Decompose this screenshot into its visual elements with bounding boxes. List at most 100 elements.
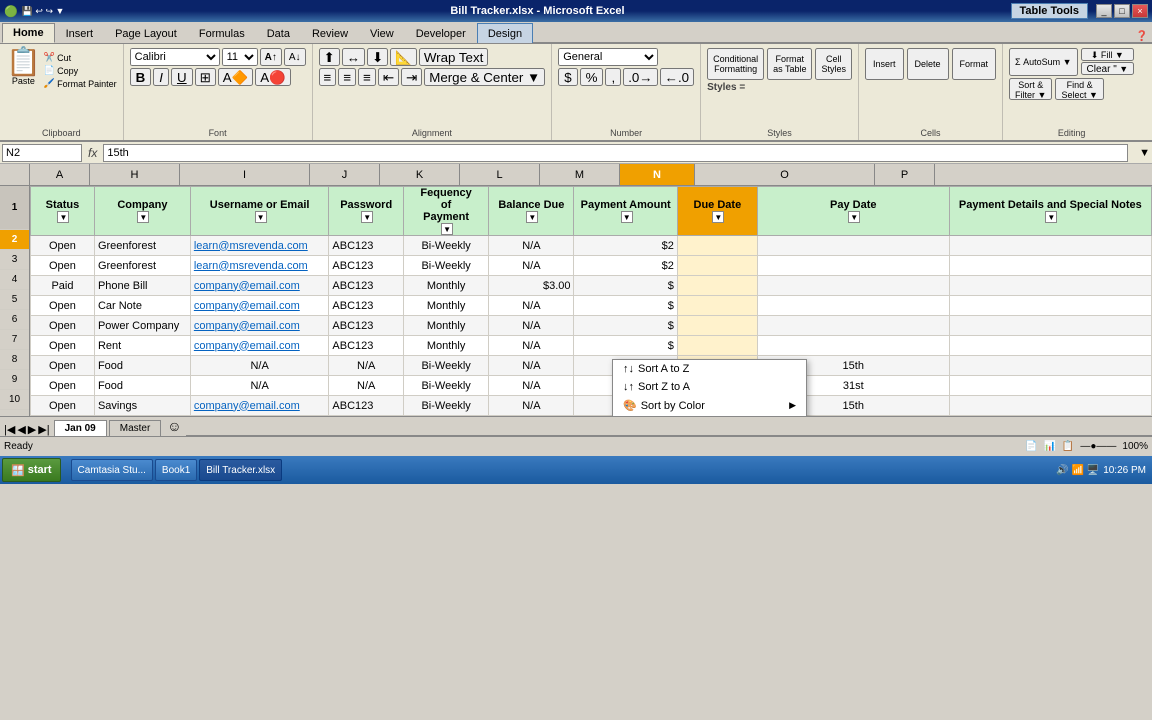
sort-za-item[interactable]: ↓↑ Sort Z to A (613, 378, 806, 396)
tab-page-layout[interactable]: Page Layout (104, 23, 188, 43)
cell-4-password[interactable]: ABC123 (329, 276, 404, 296)
minimize-button[interactable]: _ (1096, 4, 1112, 18)
cell-5-paydate[interactable] (757, 296, 949, 316)
col-header-H[interactable]: H (90, 164, 180, 185)
filter-payment-button[interactable]: ▼ (621, 211, 633, 223)
cell-10-company[interactable]: Savings (94, 396, 190, 416)
paste-button[interactable]: 📋 Paste (6, 48, 41, 86)
bold-button[interactable]: B (130, 68, 152, 86)
filter-status-button[interactable]: ▼ (57, 211, 69, 223)
col-header-L[interactable]: L (460, 164, 540, 185)
tab-design[interactable]: Design (477, 23, 533, 43)
cell-3-freq[interactable]: Bi-Weekly (403, 256, 488, 276)
cell-6-email[interactable]: company@email.com (190, 316, 329, 336)
font-size-select[interactable]: 11 (222, 48, 258, 66)
find-select-button[interactable]: Find &Select ▼ (1055, 78, 1103, 100)
fill-button[interactable]: ⬇ Fill ▼ (1081, 48, 1135, 61)
tab-data[interactable]: Data (256, 23, 301, 43)
taskbar-item-billtracker[interactable]: Bill Tracker.xlsx (199, 459, 282, 481)
cell-5-freq[interactable]: Monthly (403, 296, 488, 316)
cell-7-paydate[interactable] (757, 336, 949, 356)
clear-button[interactable]: Clear " ▼ (1081, 62, 1135, 75)
autosum-button[interactable]: Σ AutoSum ▼ (1009, 48, 1078, 76)
cell-2-paydate[interactable] (757, 236, 949, 256)
cell-6-company[interactable]: Power Company (94, 316, 190, 336)
title-bar-controls[interactable]: _ □ × (1096, 4, 1148, 18)
sheet-nav-first[interactable]: |◀ (4, 423, 15, 436)
cell-10-notes[interactable] (949, 396, 1151, 416)
cell-8-password[interactable]: N/A (329, 356, 404, 376)
align-center-button[interactable]: ≡ (338, 68, 356, 86)
sort-az-item[interactable]: ↑↓ Sort A to Z (613, 360, 806, 378)
sheet-tab-jan09[interactable]: Jan 09 (54, 420, 107, 436)
cell-8-email[interactable]: N/A (190, 356, 329, 376)
indent-decrease-button[interactable]: ⇤ (378, 68, 399, 86)
cell-2-email[interactable]: learn@msrevenda.com (190, 236, 329, 256)
cell-7-notes[interactable] (949, 336, 1151, 356)
sheet-tab-add[interactable]: ☺ (163, 416, 185, 436)
view-layout-button[interactable]: 📊 (1043, 441, 1055, 452)
delete-cells-button[interactable]: Delete (907, 48, 949, 80)
cell-2-freq[interactable]: Bi-Weekly (403, 236, 488, 256)
copy-button[interactable]: 📄 Copy (44, 65, 117, 76)
cell-4-freq[interactable]: Monthly (403, 276, 488, 296)
cell-10-balance[interactable]: N/A (489, 396, 574, 416)
cell-10-freq[interactable]: Bi-Weekly (403, 396, 488, 416)
cell-3-payment[interactable]: $2 (574, 256, 677, 276)
increase-font-button[interactable]: A↑ (260, 48, 282, 66)
orientation-button[interactable]: 📐 (390, 48, 417, 66)
cell-3-balance[interactable]: N/A (489, 256, 574, 276)
sheet-nav-next[interactable]: ▶ (28, 423, 36, 436)
align-bottom-button[interactable]: ⬇ (367, 48, 388, 66)
cell-7-status[interactable]: Open (31, 336, 95, 356)
cell-7-email[interactable]: company@email.com (190, 336, 329, 356)
tab-developer[interactable]: Developer (405, 23, 477, 43)
cell-5-email[interactable]: company@email.com (190, 296, 329, 316)
conditional-formatting-button[interactable]: ConditionalFormatting (707, 48, 764, 80)
cell-2-company[interactable]: Greenforest (94, 236, 190, 256)
cell-5-company[interactable]: Car Note (94, 296, 190, 316)
format-as-table-button[interactable]: Formatas Table (767, 48, 812, 80)
cell-styles-button[interactable]: CellStyles (815, 48, 852, 80)
cell-7-password[interactable]: ABC123 (329, 336, 404, 356)
cell-6-freq[interactable]: Monthly (403, 316, 488, 336)
col-header-N[interactable]: N (620, 164, 695, 185)
filter-duedate-button[interactable]: ▼ (712, 211, 724, 223)
align-right-button[interactable]: ≡ (358, 68, 376, 86)
start-button[interactable]: 🪟 start (2, 458, 61, 482)
decrease-decimal-button[interactable]: ←.0 (660, 68, 694, 86)
tab-home[interactable]: Home (2, 23, 55, 43)
filter-balance-button[interactable]: ▼ (526, 211, 538, 223)
currency-button[interactable]: $ (558, 68, 577, 86)
cell-3-paydate[interactable] (757, 256, 949, 276)
cell-9-notes[interactable] (949, 376, 1151, 396)
fill-color-button[interactable]: A🔶 (218, 68, 254, 86)
cell-3-duedate[interactable] (677, 256, 757, 276)
cell-2-notes[interactable] (949, 236, 1151, 256)
cell-6-payment[interactable]: $ (574, 316, 677, 336)
cell-10-email[interactable]: company@email.com (190, 396, 329, 416)
col-header-J[interactable]: J (310, 164, 380, 185)
cell-2-duedate[interactable] (677, 236, 757, 256)
sort-by-color-item[interactable]: 🎨 Sort by Color ▶ (613, 396, 806, 415)
cell-10-password[interactable]: ABC123 (329, 396, 404, 416)
cell-6-notes[interactable] (949, 316, 1151, 336)
col-header-O[interactable]: O (695, 164, 875, 185)
view-preview-button[interactable]: 📋 (1062, 441, 1074, 452)
tab-view[interactable]: View (359, 23, 405, 43)
format-cells-button[interactable]: Format (952, 48, 997, 80)
filter-password-button[interactable]: ▼ (361, 211, 373, 223)
tab-review[interactable]: Review (301, 23, 359, 43)
cell-7-company[interactable]: Rent (94, 336, 190, 356)
cell-7-freq[interactable]: Monthly (403, 336, 488, 356)
align-left-button[interactable]: ≡ (319, 68, 337, 86)
col-header-K[interactable]: K (380, 164, 460, 185)
tab-formulas[interactable]: Formulas (188, 23, 256, 43)
comma-button[interactable]: , (605, 68, 621, 86)
cell-6-status[interactable]: Open (31, 316, 95, 336)
cell-7-payment[interactable]: $ (574, 336, 677, 356)
cell-8-freq[interactable]: Bi-Weekly (403, 356, 488, 376)
align-middle-button[interactable]: ↔ (342, 48, 365, 66)
decrease-font-button[interactable]: A↓ (284, 48, 306, 66)
cut-button[interactable]: ✂️ Cut (44, 52, 117, 63)
